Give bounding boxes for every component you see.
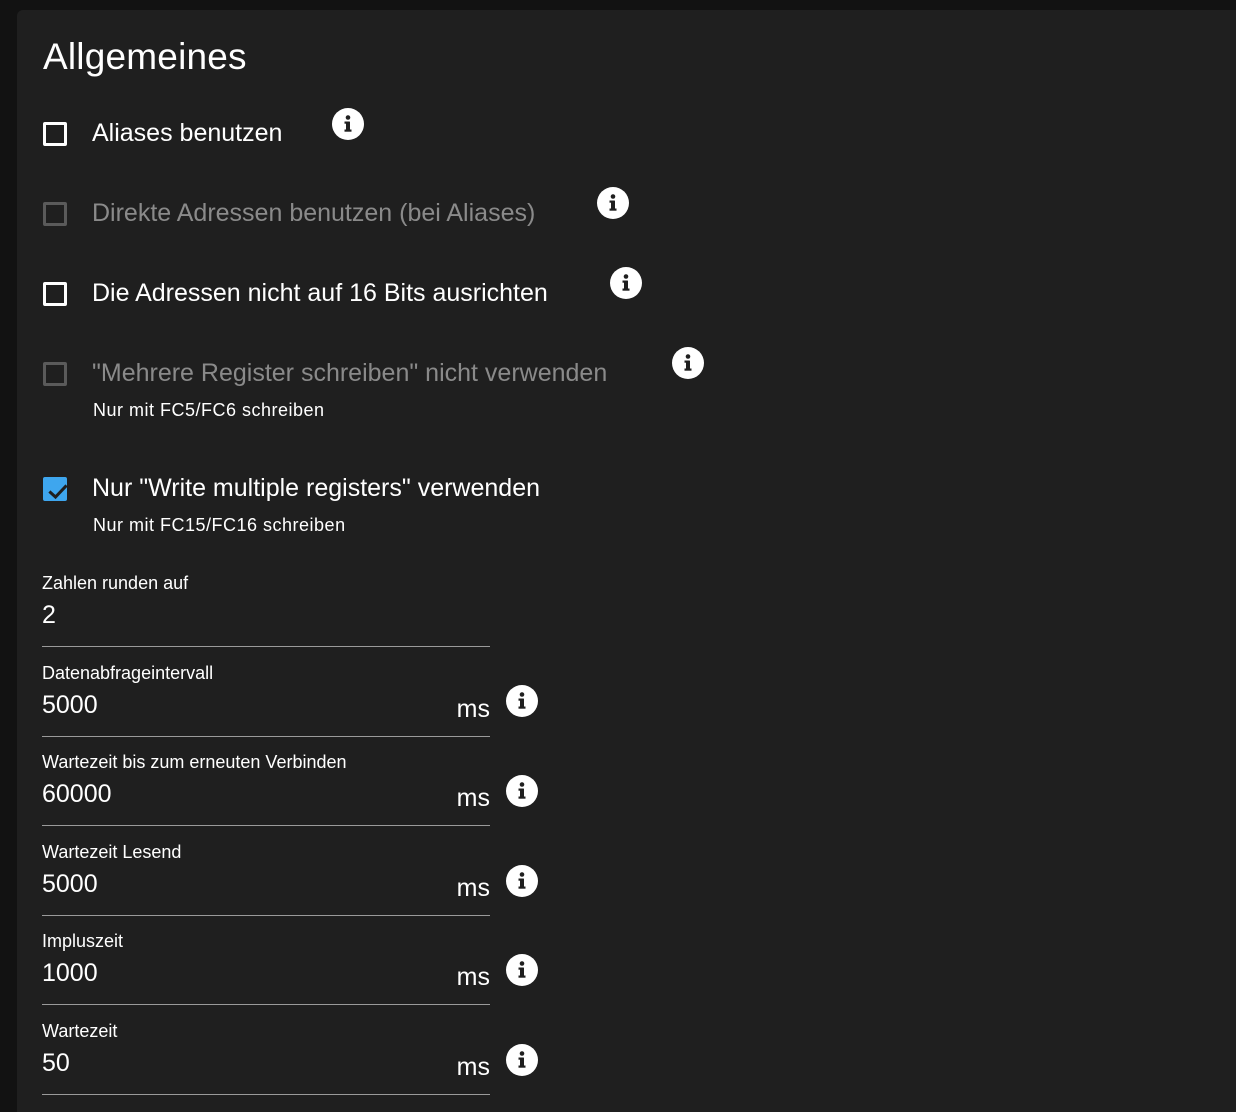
- wait-time-input[interactable]: [42, 1045, 442, 1081]
- poll-interval-label: Datenabfrageintervall: [42, 663, 214, 683]
- pulse-time-label: Impluszeit: [42, 931, 124, 951]
- reconnect-timeout-unit: ms: [456, 784, 490, 812]
- wait-time-field: Wartezeit ms: [42, 1021, 490, 1107]
- wait-time-unit: ms: [456, 1053, 490, 1081]
- no-16bit-align-checkbox[interactable]: [43, 282, 67, 306]
- info-icon[interactable]: [597, 187, 629, 219]
- no-multiple-registers-checkbox-label[interactable]: "Mehrere Register schreiben" nicht verwe…: [92, 359, 607, 388]
- only-write-multiple-helper-text: Nur mit FC15/FC16 schreiben: [93, 515, 346, 535]
- round-numbers-input[interactable]: [42, 597, 442, 633]
- pulse-time-field: Impluszeit ms: [42, 931, 490, 1017]
- section-title: Allgemeines: [43, 36, 247, 77]
- round-numbers-label: Zahlen runden auf: [42, 573, 189, 593]
- no-multiple-registers-helper-text: Nur mit FC5/FC6 schreiben: [93, 400, 325, 420]
- info-icon[interactable]: [506, 775, 538, 807]
- poll-interval-input[interactable]: [42, 687, 442, 723]
- input-underline: [42, 736, 490, 737]
- input-underline: [42, 1094, 490, 1095]
- input-underline: [42, 825, 490, 826]
- direct-addresses-checkbox-label[interactable]: Direkte Adressen benutzen (bei Aliases): [92, 199, 535, 228]
- info-icon[interactable]: [332, 108, 364, 140]
- pulse-time-input[interactable]: [42, 955, 442, 991]
- only-write-multiple-checkbox-label[interactable]: Nur "Write multiple registers" verwenden: [92, 474, 540, 503]
- aliases-checkbox[interactable]: [43, 122, 67, 146]
- reconnect-timeout-field: Wartezeit bis zum erneuten Verbinden ms: [42, 752, 490, 838]
- read-timeout-unit: ms: [456, 874, 490, 902]
- aliases-checkbox-label[interactable]: Aliases benutzen: [92, 119, 282, 148]
- reconnect-timeout-label: Wartezeit bis zum erneuten Verbinden: [42, 752, 347, 772]
- only-write-multiple-checkbox[interactable]: [43, 477, 68, 501]
- read-timeout-input[interactable]: [42, 866, 442, 902]
- poll-interval-unit: ms: [456, 695, 490, 723]
- no-multiple-registers-checkbox[interactable]: [43, 362, 67, 386]
- read-timeout-label: Wartezeit Lesend: [42, 842, 182, 862]
- poll-interval-field: Datenabfrageintervall ms: [42, 663, 490, 749]
- pulse-time-unit: ms: [456, 963, 490, 991]
- info-icon[interactable]: [672, 347, 704, 379]
- info-icon[interactable]: [506, 685, 538, 717]
- wait-time-label: Wartezeit: [42, 1021, 118, 1041]
- input-underline: [42, 646, 490, 647]
- read-timeout-field: Wartezeit Lesend ms: [42, 842, 490, 928]
- no-16bit-align-checkbox-label[interactable]: Die Adressen nicht auf 16 Bits ausrichte…: [92, 279, 548, 308]
- info-icon[interactable]: [506, 954, 538, 986]
- direct-addresses-checkbox[interactable]: [43, 202, 67, 226]
- round-numbers-field: Zahlen runden auf: [42, 573, 490, 659]
- input-underline: [42, 915, 490, 916]
- info-icon[interactable]: [506, 1044, 538, 1076]
- input-underline: [42, 1004, 490, 1005]
- info-icon[interactable]: [610, 267, 642, 299]
- info-icon[interactable]: [506, 865, 538, 897]
- check-icon: [48, 484, 68, 500]
- reconnect-timeout-input[interactable]: [42, 776, 442, 812]
